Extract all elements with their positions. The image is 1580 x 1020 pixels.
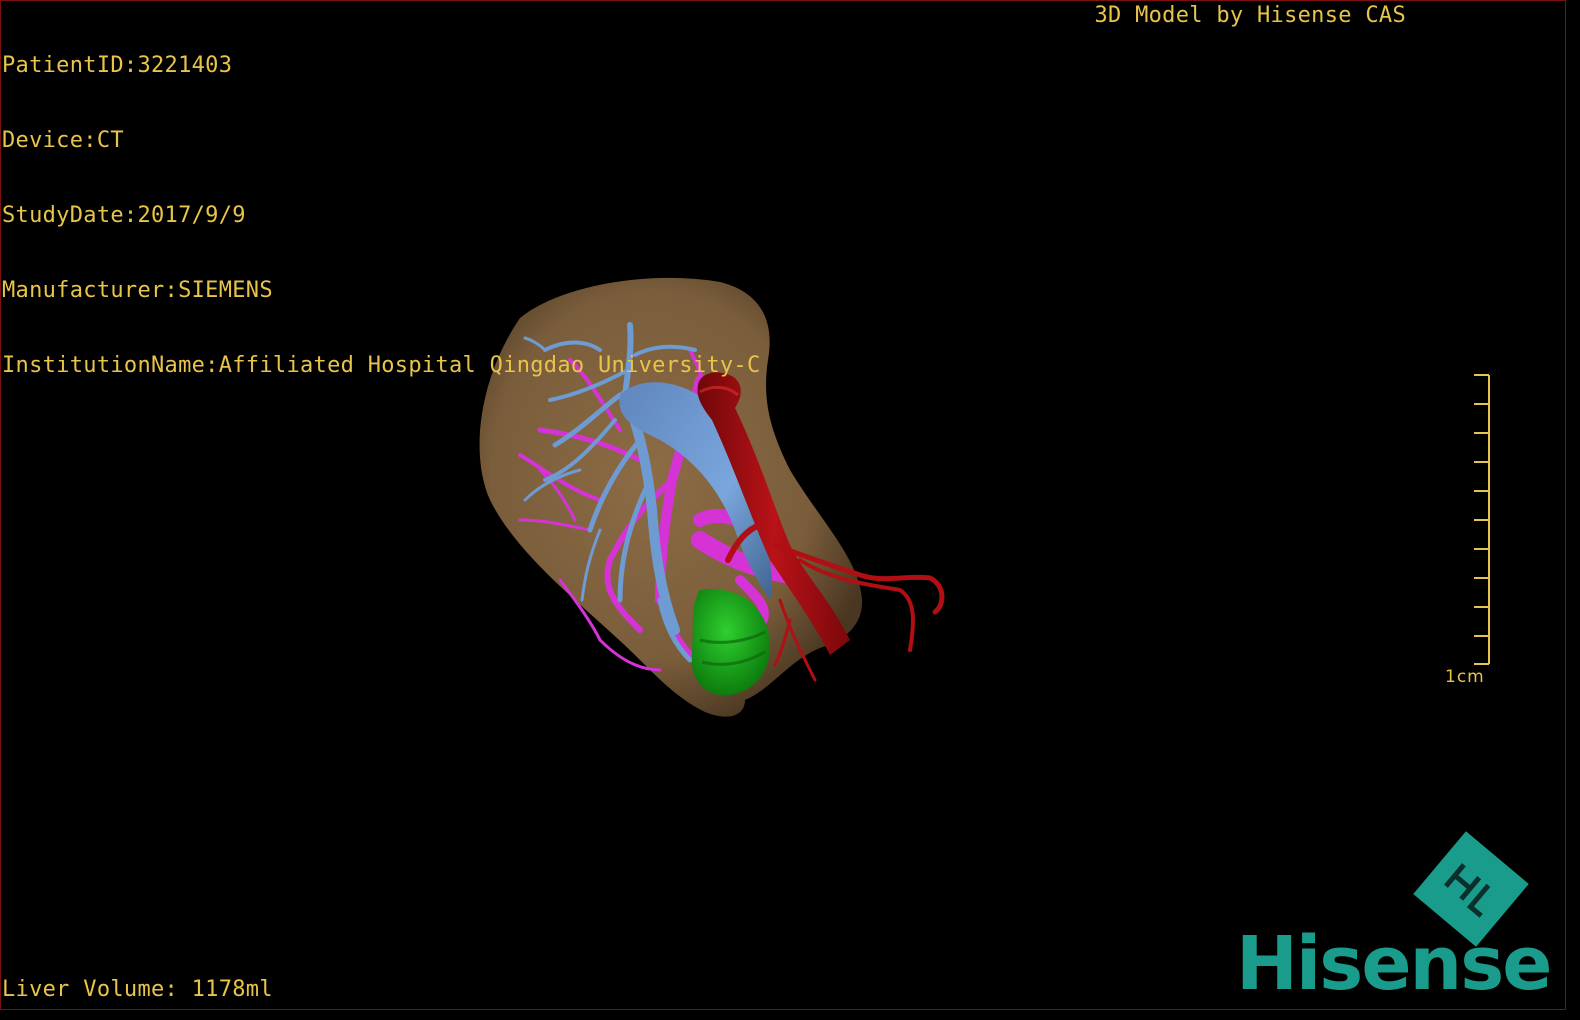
patient-id-label: PatientID:3221403 xyxy=(2,53,233,78)
scale-bar-label: 1cm xyxy=(1445,667,1485,687)
scale-bar-ticks xyxy=(1474,374,1490,665)
manufacturer-label: Manufacturer:SIEMENS xyxy=(2,278,273,303)
hisense-logo-text: Hisense xyxy=(1236,921,1552,1007)
dicom-info-block: PatientID:3221403 Device:CT StudyDate:20… xyxy=(2,3,761,403)
model-title: 3D Model by Hisense CAS xyxy=(1094,3,1406,28)
institution-label: InstitutionName:Affiliated Hospital Qing… xyxy=(2,353,761,378)
liver-volume-label: Liver Volume: 1178ml xyxy=(2,977,273,1002)
study-date-label: StudyDate:2017/9/9 xyxy=(2,203,246,228)
device-label: Device:CT xyxy=(2,128,124,153)
